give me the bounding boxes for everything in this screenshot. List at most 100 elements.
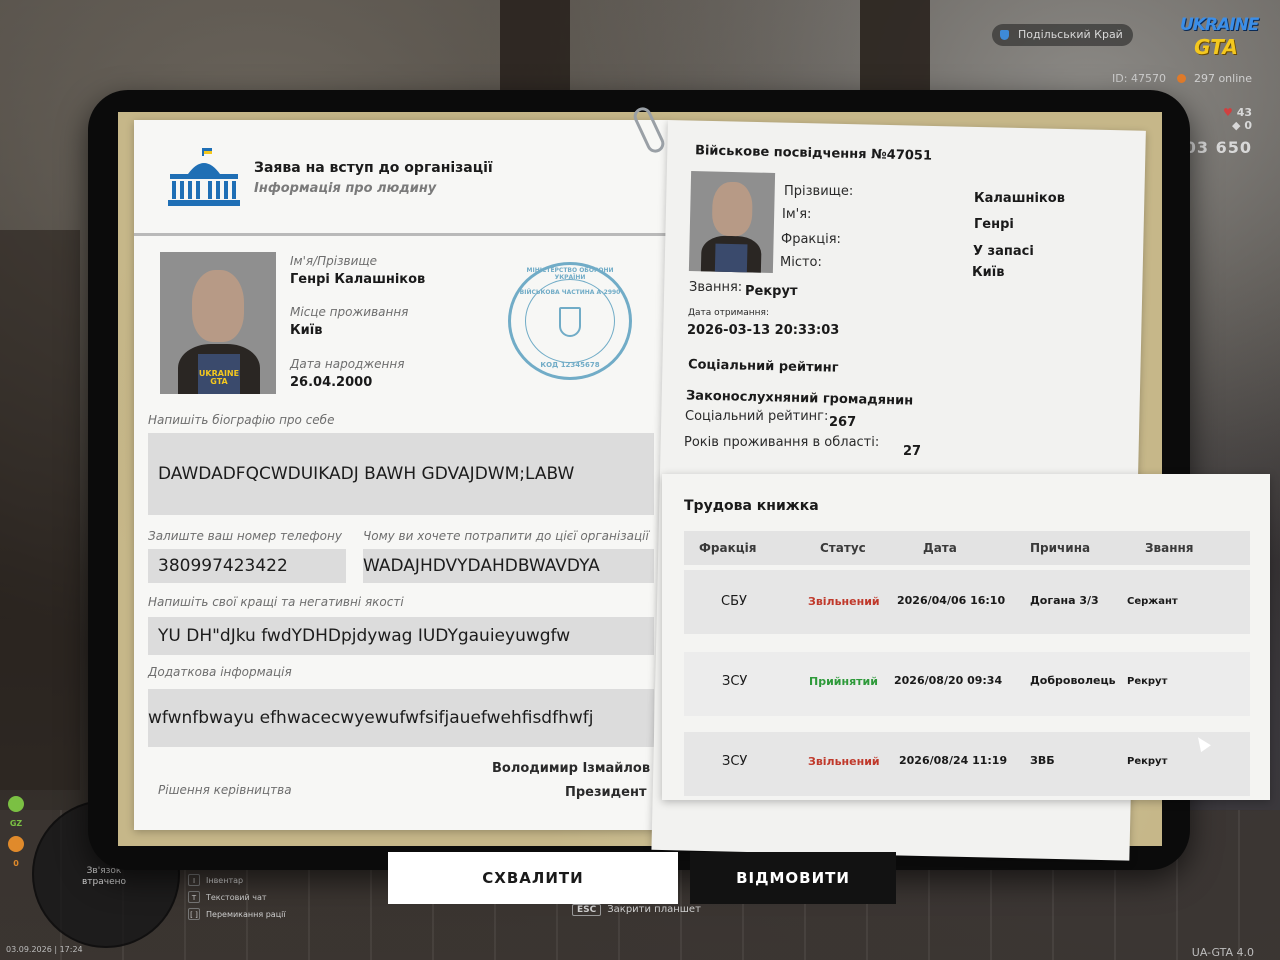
warning-icon [8, 836, 24, 852]
gz-label: GZ [9, 819, 23, 828]
key-hint: T Текстовий чат [188, 889, 286, 906]
row-date: 2026/08/24 11:19 [899, 754, 1008, 767]
region-badge: Подільський Край [992, 24, 1133, 46]
soldier-photo [688, 171, 776, 273]
key-hints: I Інвентар T Текстовий чат [ ] Перемикання … [188, 872, 286, 923]
application-title: Заява на вступ до організації [254, 160, 493, 176]
decision-label: Рішення керівництва [158, 783, 292, 797]
key-hint-label: Інвентар [206, 876, 244, 885]
esc-key: ESC [572, 904, 602, 916]
phone-field[interactable]: 380997423422 [148, 549, 346, 583]
name-value: Генрі Калашніков [290, 272, 426, 287]
qualities-field[interactable]: YU DH"dJku fwdYDHDpjdywag IUDYgauieyuwgf… [148, 617, 654, 655]
row-date: 2026/08/20 09:34 [894, 674, 1003, 687]
logo-bottom-text: GTA [1194, 35, 1238, 59]
row-rank: Рекрут [1127, 756, 1168, 767]
faction-value: У запасі [973, 244, 1034, 259]
parliament-building-icon [168, 148, 240, 206]
stat-armor: 0 [1244, 119, 1252, 132]
shirt-logo-text: UKRAINE GTA [198, 369, 240, 386]
reject-button[interactable]: ВІДМОВИТИ [690, 852, 896, 904]
residence-label: Місце проживання [290, 305, 409, 319]
issued-label: Дата отримання: [688, 308, 769, 318]
key-hint: [ ] Перемикання рації [188, 906, 286, 923]
qualities-label: Напишіть свої кращі та негативні якості [148, 595, 404, 609]
name-label: Ім'я/Прізвище [290, 254, 378, 268]
bio-label: Напишіть біографію про себе [148, 413, 335, 427]
key-hint-label: Перемикання рації [206, 910, 286, 919]
row-faction: ЗСУ [722, 674, 748, 689]
stamp-bottom-text: КОД 12345678 [540, 361, 600, 369]
reason-field[interactable]: WADAJHDVYDAHDBWAVDYA [363, 549, 654, 583]
stamp-middle-text: ВІЙСЬКОВА ЧАСТИНА А-2990 [519, 289, 621, 296]
id-name-label: Ім'я: [782, 207, 812, 222]
column-date: Дата [923, 541, 957, 555]
rating-label: Соціальний рейтинг: [685, 409, 829, 424]
online-count: 297 online [1193, 72, 1252, 85]
key-cap: I [188, 874, 200, 886]
extra-field[interactable]: wfwnfbwayu efhwacecwyewufwfsifjauefwehfi… [148, 689, 654, 747]
rank-label: Звання: [689, 280, 743, 295]
row-rank: Рекрут [1127, 676, 1168, 687]
ministry-stamp: МІНІСТЕРСТВО ОБОРОНИ УКРАЇНИ ВІЙСЬКОВА Ч… [508, 262, 632, 380]
rank-value: Рекрут [745, 284, 798, 299]
key-hint: I Інвентар [188, 872, 286, 889]
application-subtitle: Інформація про людину [254, 181, 437, 196]
hud-status-icons: GZ 0 [8, 796, 26, 876]
key-cap: [ ] [188, 908, 200, 920]
online-dot-icon [1177, 74, 1187, 83]
armor-icon: ◆ [1232, 119, 1245, 132]
stat-health: 43 [1236, 106, 1252, 119]
faction-label: Фракція: [781, 232, 841, 247]
years-value: 27 [903, 444, 922, 459]
background-beam [0, 230, 80, 790]
row-date: 2026/04/06 16:10 [897, 594, 1006, 607]
datetime: 03.09.2026 | 17:24 [6, 945, 83, 954]
city-label: Місто: [780, 255, 822, 270]
signer-name: Володимир Ізмайлов [492, 761, 651, 776]
column-faction: Фракція [699, 541, 757, 555]
player-id: ID: 47570 [1112, 72, 1166, 85]
residence-value: Київ [290, 323, 323, 338]
status-icon [8, 796, 24, 812]
logo-top-text: UKRAINE [1180, 15, 1259, 35]
trident-icon [559, 307, 581, 337]
game-version: UA-GTA 4.0 [1191, 946, 1254, 959]
birth-value: 26.04.2000 [290, 375, 373, 390]
background-beam [500, 0, 570, 96]
row-faction: СБУ [721, 594, 747, 609]
background-beam [860, 0, 930, 96]
online-info: ID: 47570 297 online [1112, 72, 1252, 85]
row-status: Звільнений [808, 755, 880, 768]
row-reason: Доброволець [1030, 674, 1116, 687]
years-label: Років проживання в області: [684, 435, 880, 450]
column-status: Статус [820, 541, 866, 555]
game-logo: UKRAINE GTA [1180, 14, 1259, 70]
birth-label: Дата народження [290, 357, 405, 371]
applicant-photo: UKRAINE GTA [160, 252, 276, 394]
approve-button[interactable]: СХВАЛИТИ [388, 852, 678, 904]
surname-label: Прізвище: [784, 184, 854, 199]
signer-title: Президент [565, 785, 647, 800]
key-hint-label: Текстовий чат [206, 893, 267, 902]
counter-label: 0 [13, 859, 19, 868]
row-status: Звільнений [808, 595, 880, 608]
key-cap: T [188, 891, 200, 903]
surname-value: Калашніков [974, 191, 1065, 206]
heart-icon: ♥ [1222, 106, 1237, 119]
city-value: Київ [972, 265, 1005, 280]
reason-label: Чому ви хочете потрапити до цієї організ… [363, 529, 649, 543]
phone-label: Залиште ваш номер телефону [148, 529, 342, 543]
stamp-top-text: МІНІСТЕРСТВО ОБОРОНИ УКРАЇНИ [526, 267, 614, 281]
close-tablet-hint: ESC Закрити планшет [572, 904, 701, 916]
bio-field[interactable]: DAWDADFQCWDUIKADJ BAWH GDVAJDWM;LABW [148, 433, 654, 515]
row-rank: Сержант [1127, 596, 1178, 607]
region-name: Подільський Край [1018, 28, 1123, 41]
id-name-value: Генрі [974, 217, 1014, 232]
extra-label: Додаткова інформація [148, 665, 292, 679]
issued-value: 2026-03-13 20:33:03 [687, 323, 840, 338]
column-reason: Причина [1030, 541, 1091, 555]
rating-value: 267 [829, 415, 857, 430]
column-rank: Звання [1145, 541, 1194, 555]
work-book-title: Трудова книжка [684, 498, 819, 514]
